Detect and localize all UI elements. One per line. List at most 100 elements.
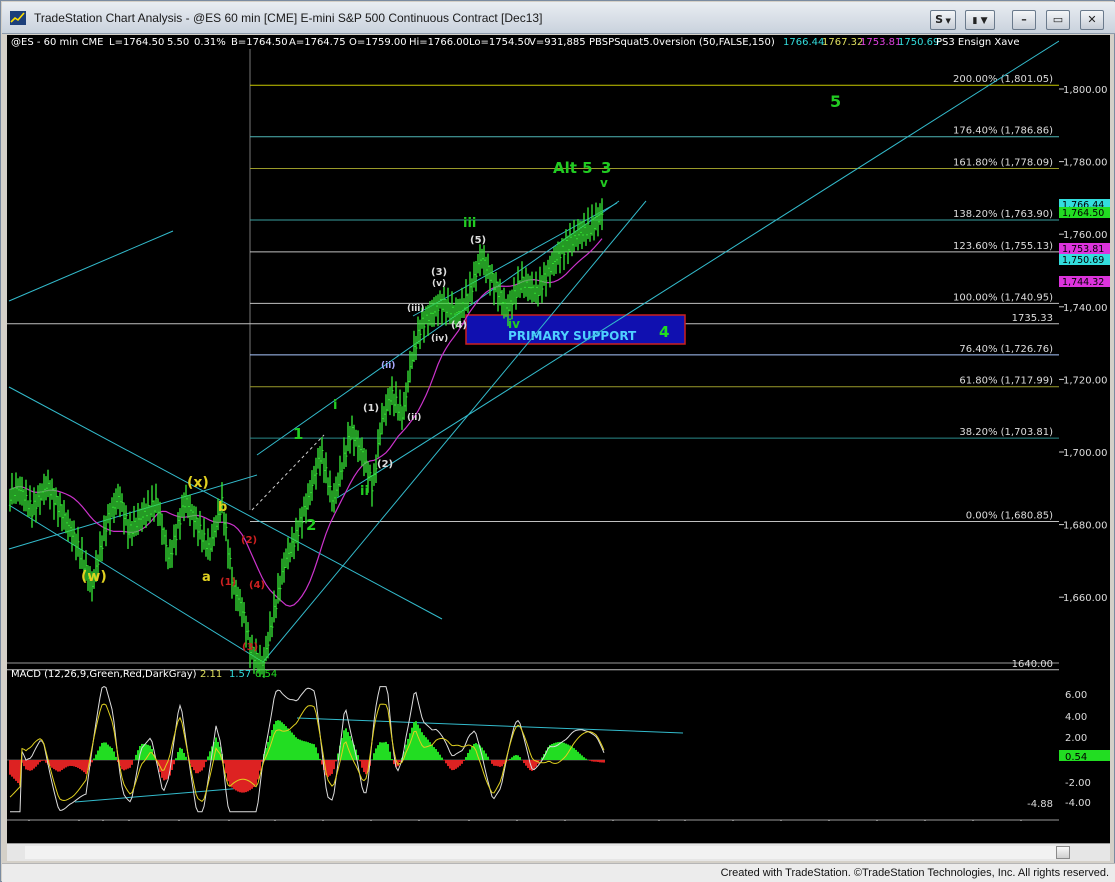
wave-label: 1 [293,425,303,443]
macd-trend-line-bottom[interactable] [74,787,244,803]
window-menu-button[interactable]: ▮ ▼ [965,10,995,30]
horizontal-scrollbar[interactable] [7,843,1110,861]
wave-label: (5) [470,235,486,246]
wave-label: 3 [601,159,611,177]
status-bar: Created with TradeStation. ©TradeStation… [2,863,1115,882]
primary-support-label: PRIMARY SUPPORT [508,329,637,343]
macd-value-3: 0.54 [255,669,277,680]
wave-label: (2) [377,459,393,470]
scrollbar-thumb[interactable] [1056,846,1070,859]
header-study-value-3: 1753.81 [860,37,901,48]
primary-support-wave-label: 4 [659,323,669,341]
header-high: Hi=1766.00 [409,37,469,48]
header-low: Lo=1754.50 [469,37,530,48]
price-tick-label: 1,760.00 [1063,230,1108,241]
chart-app-icon [10,11,26,25]
wave-label: (ii) [407,413,421,423]
level-label: 1640.00 [1012,659,1053,670]
wave-label: (4) [249,580,265,591]
trend-line-upper-left[interactable] [8,230,174,302]
fib-level-label: 38.20% (1,703.81) [959,427,1053,438]
header-ask: A=1764.75 [289,37,346,48]
macd-tick-label: -4.00 [1065,798,1091,809]
macd-histogram [9,720,605,793]
macd-tick-label: 0.54 [1065,752,1087,763]
wave-label: (1) [363,403,379,414]
wave-label: iv [508,317,520,331]
chart-area[interactable]: @ES - 60 min CME L=1764.50 5.50 0.31% B=… [7,35,1060,839]
copyright-credit: Created with TradeStation. ©TradeStation… [720,867,1109,879]
price-tag-label: 1,744.32 [1062,277,1104,288]
wave-label: (2) [241,535,257,546]
price-scale[interactable]: 1,800.00 1,780.00 1,760.00 1,740.00 1,720.00… [1059,35,1110,665]
macd-tick-label: -2.00 [1065,778,1091,789]
header-study-value-2: 1767.32 [822,37,863,48]
wave-projection-line [251,434,325,511]
header-symbol: @ES - 60 min CME [11,37,104,48]
wave-label: Alt 5 [553,159,593,177]
close-icon: ✕ [1087,13,1097,26]
fib-level-label: 0.00% (1,680.85) [966,511,1053,522]
level-label: 1735.33 [1012,313,1053,324]
price-tick-label: 1,680.00 [1063,521,1108,532]
wave-label: ii [360,484,369,499]
header-last: L=1764.50 [109,37,164,48]
wave-label: b [218,500,227,515]
wave-label: 5 [830,92,841,111]
fib-level-label: 76.40% (1,726.76) [959,344,1053,355]
price-tick-label: 1,720.00 [1063,375,1108,386]
fibonacci-levels: 200.00% (1,801.05)176.40% (1,786.86)161.… [250,74,1059,523]
close-button[interactable]: ✕ [1080,10,1104,30]
price-tag-label: 1,753.81 [1062,244,1104,255]
dropdown-caret-icon: ▼ [943,17,951,25]
menu-icon: ▮ ▼ [972,16,988,26]
wave-label: 2 [306,516,316,534]
fib-level-label: 61.80% (1,717.99) [959,376,1053,387]
macd-min-label: -4.88 [1027,799,1053,810]
price-tick-label: 1,800.00 [1063,85,1108,96]
header-open: O=1759.00 [349,37,407,48]
fib-level-label: 138.20% (1,763.90) [953,209,1053,220]
fib-level-label: 123.60% (1,755.13) [953,241,1053,252]
price-tick-label: 1,740.00 [1063,303,1108,314]
trend-line-rising-steep[interactable] [262,200,647,663]
price-tick-label: 1,700.00 [1063,448,1108,459]
macd-trend-line-top[interactable] [296,717,684,734]
wave-label: (x) [187,475,209,491]
wave-label: v [600,176,608,190]
macd-scale[interactable]: 6.00 4.00 2.00 0.54 -2.00 -4.00 [1059,665,1110,821]
chart-window: TradeStation Chart Analysis - @ES 60 min… [0,0,1115,882]
header-bid: B=1764.50 [231,37,288,48]
wave-labels: 5 Alt 5 3 v iii (5) (3) (v) (iii) (4) iv… [81,92,841,653]
minimize-button[interactable]: – [1012,10,1036,30]
minimize-icon: – [1021,13,1027,26]
wave-label: (3) [242,642,258,653]
macd-axis: 6.00 4.00 2.00 0.54 -2.00 -4.00 [1059,690,1110,809]
fib-level-label: 100.00% (1,740.95) [953,292,1053,303]
price-tag-label: 1,764.50 [1062,208,1104,219]
price-tick-label: 1,660.00 [1063,593,1108,604]
wave-label: a [202,570,211,585]
header-study-value-4: 1750.69 [898,37,939,48]
maximize-icon: ▭ [1052,13,1064,26]
window-title: TradeStation Chart Analysis - @ES 60 min… [34,11,543,25]
wave-label: (ii) [381,361,395,371]
trend-lines [8,40,1060,803]
macd-value-2: 1.57 [229,669,251,680]
header-pct: 0.31% [194,37,226,48]
price-tick-label: 1,780.00 [1063,158,1108,169]
macd-tick-label: 2.00 [1065,733,1087,744]
wave-label: i [333,398,337,413]
maximize-button[interactable]: ▭ [1046,10,1070,30]
fib-level-label: 161.80% (1,778.09) [953,158,1053,169]
symbol-link-button[interactable]: S ▼ [930,10,956,30]
scrollbar-track[interactable] [25,846,1056,859]
time-axis-strip [7,821,1110,843]
chart-canvas[interactable]: @ES - 60 min CME L=1764.50 5.50 0.31% B=… [7,35,1060,839]
header-change: 5.50 [167,37,189,48]
header-study: PBSPSquat5.0version (50,FALSE,150) [589,37,775,48]
title-bar[interactable]: TradeStation Chart Analysis - @ES 60 min… [2,2,1115,34]
wave-label: (1) [220,577,236,588]
price-axis: 1,800.00 1,780.00 1,760.00 1,740.00 1,720.00… [1059,85,1110,604]
wave-label: (w) [81,569,107,585]
